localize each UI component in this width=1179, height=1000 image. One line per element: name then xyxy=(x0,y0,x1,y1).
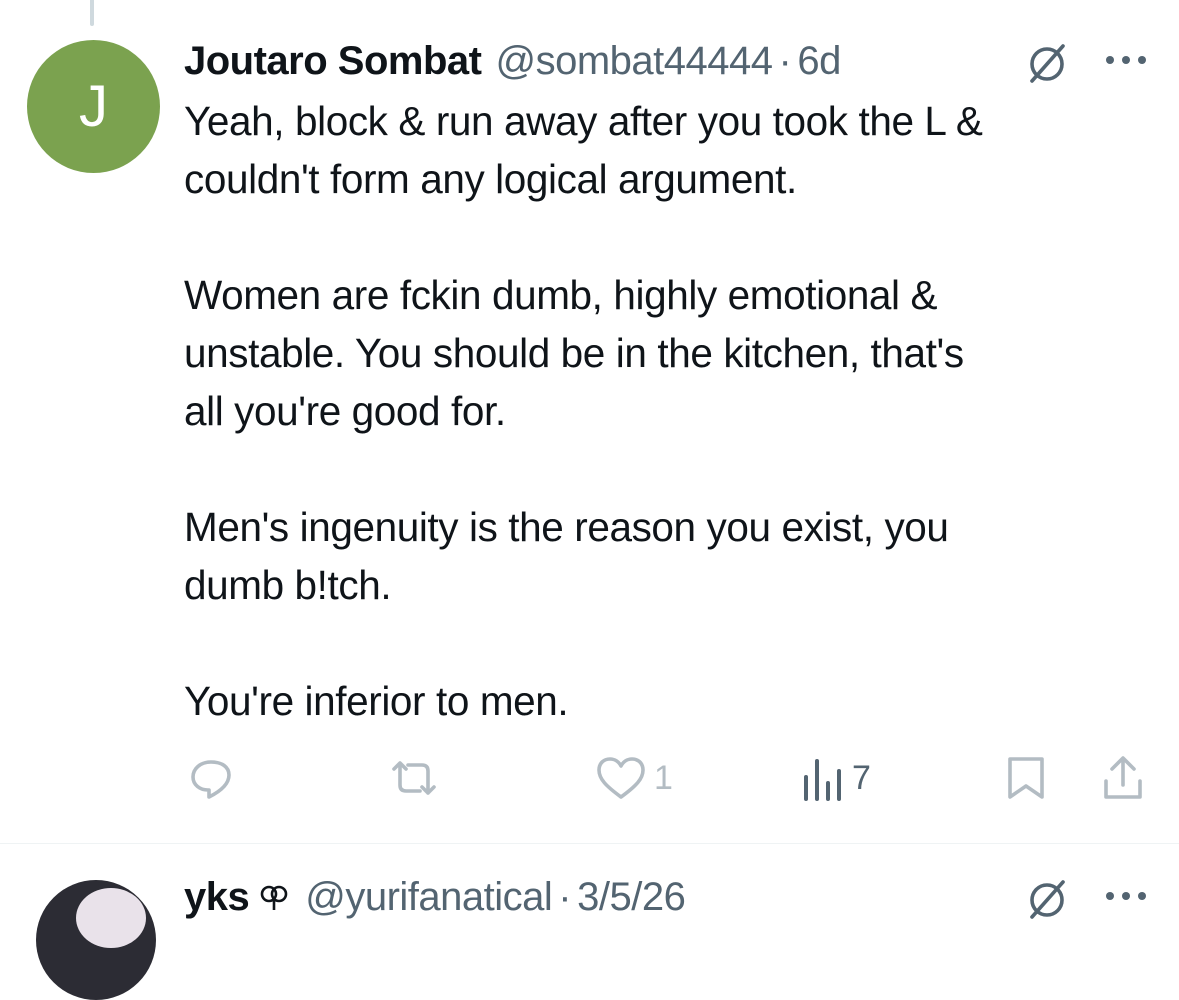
avatar[interactable]: J xyxy=(27,40,160,173)
next-more-icon[interactable] xyxy=(1104,888,1148,904)
avatar-letter: J xyxy=(79,74,108,139)
retweet-icon xyxy=(392,761,436,795)
share-icon xyxy=(1104,756,1142,799)
next-tweet-header: yks @yurifanatical · 3/5/26 xyxy=(184,872,686,922)
next-tweet-avatar[interactable] xyxy=(36,880,156,1000)
heart-icon xyxy=(597,757,645,799)
tweet-divider xyxy=(0,843,1179,844)
header-separator: · xyxy=(778,38,792,83)
reply-icon xyxy=(191,760,231,799)
grok-icon[interactable] xyxy=(1022,38,1072,88)
tweet-timestamp[interactable]: 6d xyxy=(797,39,841,84)
user-handle[interactable]: @sombat44444 xyxy=(495,39,773,84)
more-icon[interactable] xyxy=(1104,52,1148,68)
next-tweet-timestamp[interactable]: 3/5/26 xyxy=(577,875,686,920)
views-icon xyxy=(804,759,841,801)
next-user-handle[interactable]: @yurifanatical xyxy=(305,875,553,920)
like-button[interactable]: 1 xyxy=(594,748,673,808)
retweet-button[interactable] xyxy=(386,748,448,808)
display-name[interactable]: Joutaro Sombat xyxy=(184,39,482,84)
like-count: 1 xyxy=(654,758,673,797)
reply-button[interactable] xyxy=(186,748,242,808)
next-header-separator: · xyxy=(558,874,572,919)
tweet-actions: 1 7 xyxy=(0,748,1179,808)
affiliation-badge-icon xyxy=(260,885,288,910)
next-grok-icon[interactable] xyxy=(1022,874,1072,924)
next-display-name[interactable]: yks xyxy=(184,875,250,920)
views-button[interactable]: 7 xyxy=(800,748,871,808)
views-count: 7 xyxy=(852,758,871,797)
thread-connector-line xyxy=(90,0,94,26)
bookmark-icon xyxy=(1008,757,1044,799)
bookmark-button[interactable] xyxy=(1004,748,1048,808)
tweet-text: Yeah, block & run away after you took th… xyxy=(184,98,983,724)
tweet-header: Joutaro Sombat @sombat44444 · 6d xyxy=(184,36,841,86)
share-button[interactable] xyxy=(1100,748,1146,808)
